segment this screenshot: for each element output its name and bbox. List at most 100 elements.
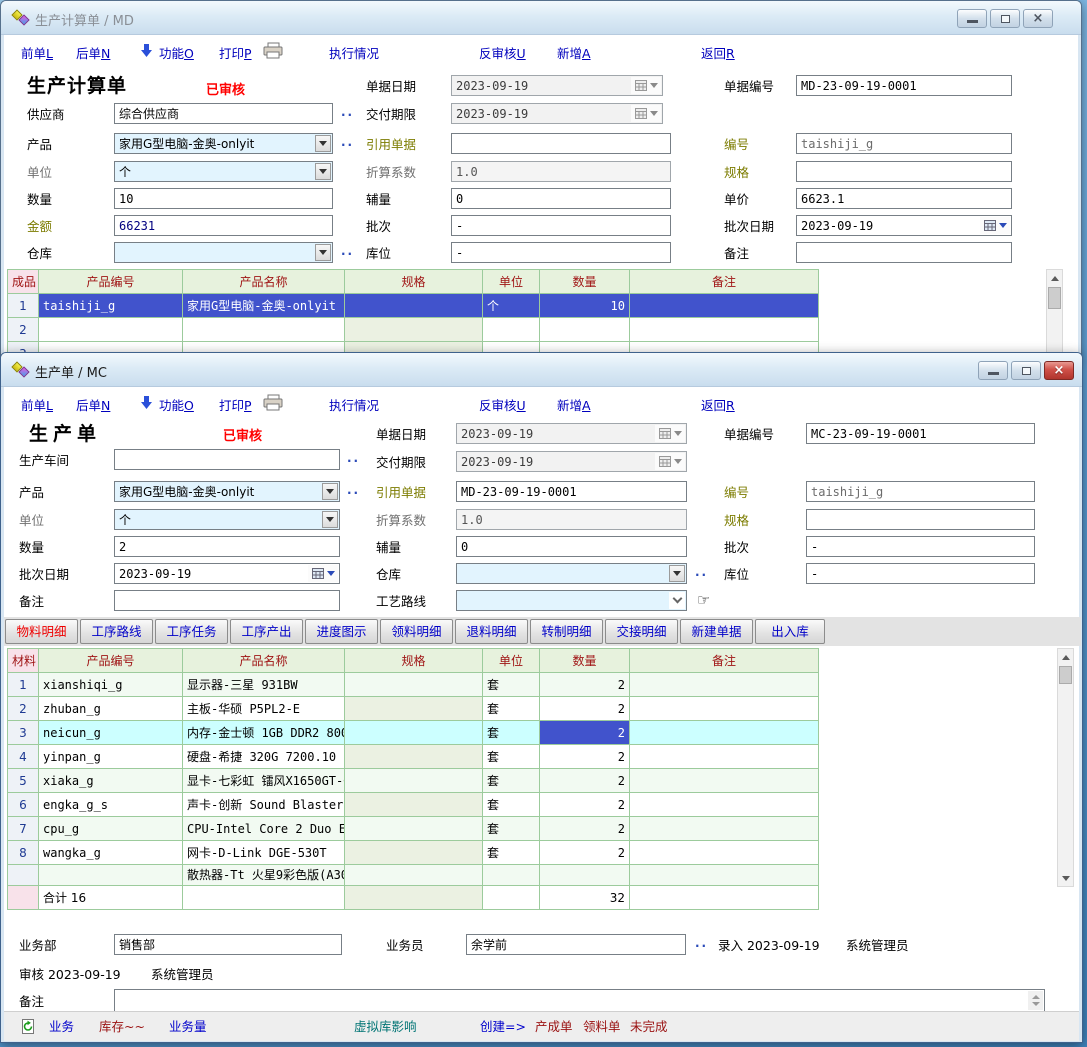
workshop-lookup-dots[interactable]: .. [347, 451, 360, 465]
tab-new-document[interactable]: 新建单据 [680, 619, 753, 644]
warehouse-lookup-dots[interactable]: .. [695, 565, 708, 579]
calendar-icon[interactable] [631, 77, 661, 94]
scroll-up-icon[interactable] [1058, 649, 1073, 665]
table-row[interactable]: 2 [8, 318, 819, 342]
tab-process-route[interactable]: 工序路线 [80, 619, 153, 644]
route-combobox[interactable] [456, 590, 687, 611]
toolbar-next-doc[interactable]: 后单N [76, 43, 110, 62]
batch-date-field[interactable]: 2023-09-19 [796, 215, 1012, 236]
statusbar-inventory-link[interactable]: 库存~~ [99, 1012, 145, 1042]
product-lookup-dots[interactable]: .. [347, 483, 360, 497]
factor-field[interactable]: 1.0 [456, 509, 687, 530]
tab-process-output[interactable]: 工序产出 [230, 619, 303, 644]
ref-doc-field[interactable]: MD-23-09-19-0001 [456, 481, 687, 502]
calendar-icon[interactable] [631, 105, 661, 122]
scroll-up-icon[interactable] [1047, 270, 1062, 286]
dropdown-arrow-icon[interactable] [315, 244, 331, 261]
toolbar-add-new[interactable]: 新增A [557, 395, 591, 414]
toolbar-prev-doc[interactable]: 前单L [21, 395, 53, 414]
dropdown-arrow-icon[interactable] [315, 163, 331, 180]
remark-field[interactable] [796, 242, 1012, 263]
statusbar-picking-doc-link[interactable]: 领料单 [583, 1012, 621, 1042]
table-row-current[interactable]: 3 neicun_g 内存-金士顿 1GB DDR2 800 套 2 [8, 721, 819, 745]
code-field[interactable]: taishiji_g [796, 133, 1012, 154]
delivery-date-field[interactable]: 2023-09-19 [451, 103, 663, 124]
bottom-remark-field[interactable] [114, 989, 1045, 1012]
price-field[interactable]: 6623.1 [796, 188, 1012, 209]
ref-doc-field[interactable] [451, 133, 671, 154]
spinner-icon[interactable] [1028, 991, 1043, 1010]
tab-handover-detail[interactable]: 交接明细 [605, 619, 678, 644]
scrollbar-thumb[interactable] [1059, 666, 1072, 684]
factor-field[interactable]: 1.0 [451, 161, 671, 182]
pointing-hand-icon[interactable]: ☞ [697, 591, 710, 609]
table-row[interactable]: 8 wangka_g 网卡-D-Link DGE-530T 套 2 [8, 841, 819, 865]
table-scrollbar[interactable] [1057, 648, 1074, 887]
tab-in-out-stock[interactable]: 出入库 [755, 619, 825, 644]
close-button[interactable]: × [1023, 9, 1053, 28]
table-row[interactable]: 5 xiaka_g 显卡-七彩虹 镭风X1650GT-G 套 2 [8, 769, 819, 793]
doc-date-field[interactable]: 2023-09-19 [456, 423, 687, 444]
statusbar-create-link[interactable]: 创建=> [480, 1012, 526, 1042]
restore-button[interactable] [1011, 361, 1041, 380]
warehouse-combobox[interactable] [114, 242, 333, 263]
amount-field[interactable]: 66231 [114, 215, 333, 236]
function-arrow-icon[interactable] [141, 43, 152, 62]
table-scrollbar[interactable] [1046, 269, 1063, 355]
code-field[interactable]: taishiji_g [806, 481, 1035, 502]
table-row[interactable]: 1 xianshiqi_g 显示器-三星 931BW 套 2 [8, 673, 819, 697]
unit-combobox[interactable]: 个 [114, 161, 333, 182]
statusbar-business-link[interactable]: 业务 [49, 1012, 74, 1042]
batch-date-field[interactable]: 2023-09-19 [114, 563, 340, 584]
salesman-lookup-dots[interactable]: .. [695, 936, 708, 950]
bin-field[interactable]: - [451, 242, 671, 263]
selected-cell[interactable]: 2 [540, 721, 630, 745]
warehouse-combobox[interactable] [456, 563, 687, 584]
remark-field[interactable] [114, 590, 340, 611]
window1-titlebar[interactable]: 生产计算单 / MD × [1, 1, 1081, 35]
doc-no-field[interactable]: MD-23-09-19-0001 [796, 75, 1012, 96]
dropdown-arrow-icon[interactable] [322, 483, 338, 500]
tab-transfer-detail[interactable]: 转制明细 [530, 619, 603, 644]
printer-icon[interactable] [263, 42, 283, 63]
table-row-clipped[interactable]: 散热器-Tt 火星9彩色版(A30 [8, 865, 819, 886]
bin-field[interactable]: - [806, 563, 1035, 584]
tab-return-detail[interactable]: 退料明细 [455, 619, 528, 644]
toolbar-execution-status[interactable]: 执行情况 [329, 43, 379, 62]
toolbar-unaudit[interactable]: 反审核U [479, 395, 526, 414]
toolbar-execution-status[interactable]: 执行情况 [329, 395, 379, 414]
dropdown-arrow-icon[interactable] [322, 511, 338, 528]
calendar-icon[interactable] [655, 425, 685, 442]
workshop-field[interactable] [114, 449, 340, 470]
dept-field[interactable]: 销售部 [114, 934, 342, 955]
minimize-button[interactable] [978, 361, 1008, 380]
table-row[interactable]: 7 cpu_g CPU-Intel Core 2 Duo E43 套 2 [8, 817, 819, 841]
delivery-date-field[interactable]: 2023-09-19 [456, 451, 687, 472]
toolbar-print[interactable]: 打印P [219, 43, 252, 62]
scroll-down-icon[interactable] [1058, 870, 1073, 886]
toolbar-add-new[interactable]: 新增A [557, 43, 591, 62]
doc-no-field[interactable]: MC-23-09-19-0001 [806, 423, 1035, 444]
toolbar-unaudit[interactable]: 反审核U [479, 43, 526, 62]
dropdown-arrow-icon[interactable] [315, 135, 331, 152]
function-arrow-icon[interactable] [141, 395, 152, 414]
supplier-field[interactable]: 综合供应商 [114, 103, 333, 124]
tab-progress-chart[interactable]: 进度图示 [305, 619, 378, 644]
toolbar-return[interactable]: 返回R [701, 43, 735, 62]
product-lookup-dots[interactable]: .. [341, 135, 354, 149]
statusbar-business-volume-link[interactable]: 业务量 [169, 1012, 207, 1042]
toolbar-return[interactable]: 返回R [701, 395, 735, 414]
product-combobox[interactable]: 家用G型电脑-金奥-onlyit [114, 133, 333, 154]
salesman-field[interactable]: 余学前 [466, 934, 686, 955]
spec-field[interactable] [806, 509, 1035, 530]
table-row[interactable]: 4 yinpan_g 硬盘-希捷 320G 7200.10 16 套 2 [8, 745, 819, 769]
dropdown-arrow-icon[interactable] [669, 565, 685, 582]
toolbar-print[interactable]: 打印P [219, 395, 252, 414]
toolbar-functions[interactable]: 功能O [159, 43, 194, 62]
batch-field[interactable]: - [451, 215, 671, 236]
supplier-lookup-dots[interactable]: .. [341, 105, 354, 119]
tab-picking-detail[interactable]: 领料明细 [380, 619, 453, 644]
qty-field[interactable]: 2 [114, 536, 340, 557]
statusbar-virtual-stock-link[interactable]: 虚拟库影响 [354, 1012, 417, 1042]
table-row[interactable]: 1 taishiji_g 家用G型电脑-金奥-onlyit 个 10 [8, 294, 819, 318]
